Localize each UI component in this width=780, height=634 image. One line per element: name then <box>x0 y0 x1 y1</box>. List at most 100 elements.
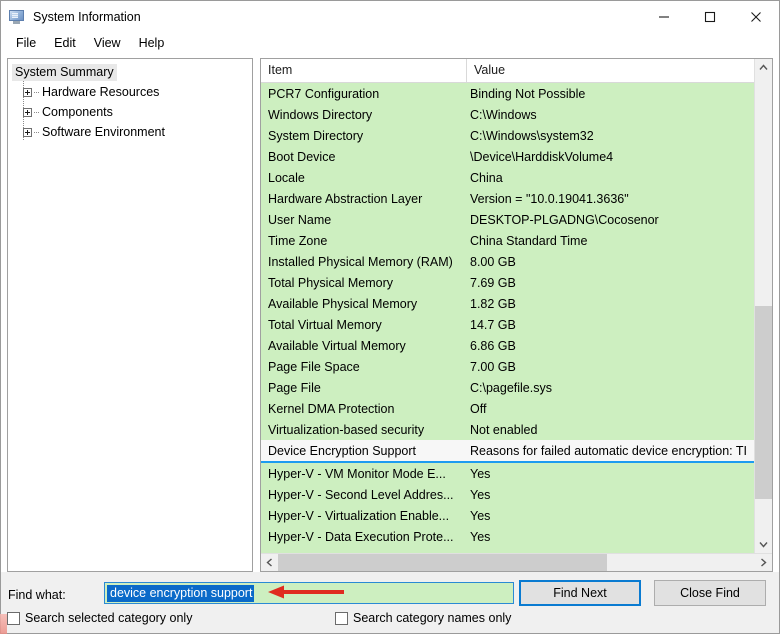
plus-icon[interactable] <box>23 107 32 117</box>
table-cell-item: Hyper-V - Virtualization Enable... <box>268 508 450 523</box>
plus-icon[interactable] <box>23 127 32 137</box>
table-row[interactable]: Kernel DMA Protection Off <box>261 398 754 419</box>
table-row[interactable]: Available Physical Memory 1.82 GB <box>261 293 754 314</box>
table-row[interactable]: Available Virtual Memory 6.86 GB <box>261 335 754 356</box>
table-row[interactable]: Hardware Abstraction Layer Version = "10.… <box>261 188 754 209</box>
chevron-up-icon[interactable] <box>755 59 772 76</box>
system-information-window: System Information File Edit View Help S… <box>0 0 780 634</box>
close-icon[interactable] <box>733 1 779 32</box>
table-row[interactable]: Hyper-V - Virtualization Enable... Yes <box>261 505 754 526</box>
annotation-corner-mark <box>0 614 7 634</box>
table-cell-value: Off <box>470 401 487 416</box>
column-header-value[interactable]: Value <box>467 59 754 82</box>
sidebar-item-hardware-resources[interactable]: Hardware Resources <box>12 82 252 102</box>
find-next-button[interactable]: Find Next <box>519 580 641 606</box>
table-cell-value: China Standard Time <box>470 233 588 248</box>
titlebar: System Information <box>1 1 779 32</box>
menu-file[interactable]: File <box>7 34 45 53</box>
find-input-value: device encryption support <box>107 584 255 602</box>
table-cell-value: Binding Not Possible <box>470 86 586 101</box>
search-category-names-checkbox[interactable] <box>335 611 348 625</box>
vertical-scrollbar-thumb[interactable] <box>755 306 772 500</box>
table-row[interactable]: Hyper-V - Second Level Addres... Yes <box>261 484 754 505</box>
listview-rows: PCR7 Configuration Binding Not Possible Wi… <box>261 83 754 553</box>
table-cell-value: Version = "10.0.19041.3636" <box>470 191 629 206</box>
table-cell-value: C:\pagefile.sys <box>470 380 552 395</box>
table-cell-value: \Device\HarddiskVolume4 <box>470 149 614 164</box>
menu-edit[interactable]: Edit <box>45 34 85 53</box>
menubar: File Edit View Help <box>1 32 779 54</box>
chevron-down-icon[interactable] <box>755 536 772 553</box>
table-row[interactable]: Boot Device \Device\HarddiskVolume4 <box>261 146 754 167</box>
maximize-icon[interactable] <box>687 1 733 32</box>
table-row[interactable]: Total Virtual Memory 14.7 GB <box>261 314 754 335</box>
table-cell-item: Page File <box>268 380 321 395</box>
table-cell-item: Locale <box>268 170 305 185</box>
table-cell-item: Total Virtual Memory <box>268 317 382 332</box>
monitor-icon <box>9 9 25 25</box>
details-listview: Item Value PCR7 Configuration Binding Not… <box>260 58 773 572</box>
search-selected-category-checkbox[interactable] <box>7 611 20 625</box>
table-row[interactable]: Installed Physical Memory (RAM) 8.00 GB <box>261 251 754 272</box>
table-row[interactable]: Virtualization-based security Not enabled <box>261 419 754 440</box>
table-cell-value: 7.69 GB <box>470 275 516 290</box>
tree-label: Hardware Resources <box>42 85 160 99</box>
table-row[interactable]: Windows Directory C:\Windows <box>261 104 754 125</box>
table-cell-item: Device Encryption Support <box>268 443 416 458</box>
table-cell-item: Available Physical Memory <box>268 296 418 311</box>
plus-icon[interactable] <box>23 87 32 97</box>
column-header-item[interactable]: Item <box>261 59 467 82</box>
listview-header: Item Value <box>261 59 754 83</box>
chevron-right-icon[interactable] <box>755 554 772 571</box>
table-row[interactable]: Time Zone China Standard Time <box>261 230 754 251</box>
table-cell-item: Hyper-V - VM Monitor Mode E... <box>268 466 446 481</box>
horizontal-scrollbar-thumb[interactable] <box>278 554 608 571</box>
window-title: System Information <box>33 9 141 24</box>
sidebar-item-software-environment[interactable]: Software Environment <box>12 122 252 142</box>
sidebar-item-system-summary[interactable]: System Summary <box>12 62 252 82</box>
table-cell-value: Yes <box>470 508 491 523</box>
chevron-left-icon[interactable] <box>261 554 278 571</box>
table-cell-value: Not enabled <box>470 422 538 437</box>
table-cell-value: Yes <box>470 487 491 502</box>
table-row[interactable]: Total Physical Memory 7.69 GB <box>261 272 754 293</box>
table-cell-item: Installed Physical Memory (RAM) <box>268 254 453 269</box>
table-cell-value: 14.7 GB <box>470 317 516 332</box>
table-row[interactable]: Hyper-V - Data Execution Prote... Yes <box>261 526 754 547</box>
horizontal-scrollbar-track[interactable] <box>278 554 755 571</box>
table-cell-value: C:\Windows\system32 <box>470 128 594 143</box>
table-cell-value: Reasons for failed automatic device encr… <box>470 443 747 458</box>
find-bar: Find what: device encryption support Fin… <box>1 572 779 633</box>
search-selected-category-row[interactable]: Search selected category only <box>7 611 192 625</box>
menu-view[interactable]: View <box>85 34 130 53</box>
table-row[interactable]: Page File C:\pagefile.sys <box>261 377 754 398</box>
search-selected-category-label: Search selected category only <box>25 611 193 625</box>
table-cell-item: Hardware Abstraction Layer <box>268 191 423 206</box>
find-what-label: Find what: <box>8 588 66 602</box>
table-row[interactable]: Locale China <box>261 167 754 188</box>
horizontal-scrollbar[interactable] <box>261 553 772 571</box>
search-category-names-row[interactable]: Search category names only <box>335 611 511 625</box>
table-cell-value: 8.00 GB <box>470 254 516 269</box>
table-row[interactable]: Device Encryption Support Reasons for fai… <box>261 440 754 463</box>
sidebar-item-components[interactable]: Components <box>12 102 252 122</box>
table-row[interactable]: User Name DESKTOP-PLGADNG\Cocosenor <box>261 209 754 230</box>
window-controls <box>641 1 779 32</box>
table-row[interactable]: System Directory C:\Windows\system32 <box>261 125 754 146</box>
table-cell-item: Hyper-V - Second Level Addres... <box>268 487 454 502</box>
minimize-icon[interactable] <box>641 1 687 32</box>
close-find-button[interactable]: Close Find <box>654 580 766 606</box>
table-row[interactable]: PCR7 Configuration Binding Not Possible <box>261 83 754 104</box>
table-cell-value: DESKTOP-PLGADNG\Cocosenor <box>470 212 659 227</box>
category-tree[interactable]: System Summary Hardware Resources Compon… <box>7 58 253 572</box>
table-cell-value: C:\Windows <box>470 107 537 122</box>
table-cell-item: Time Zone <box>268 233 328 248</box>
table-row[interactable]: Hyper-V - VM Monitor Mode E... Yes <box>261 463 754 484</box>
table-row[interactable]: Page File Space 7.00 GB <box>261 356 754 377</box>
vertical-scrollbar-track[interactable] <box>755 76 772 536</box>
find-input[interactable]: device encryption support <box>104 582 514 604</box>
vertical-scrollbar[interactable] <box>754 59 772 553</box>
tree-connector-icon <box>34 131 39 133</box>
tree-connector-icon <box>34 111 39 113</box>
menu-help[interactable]: Help <box>130 34 174 53</box>
